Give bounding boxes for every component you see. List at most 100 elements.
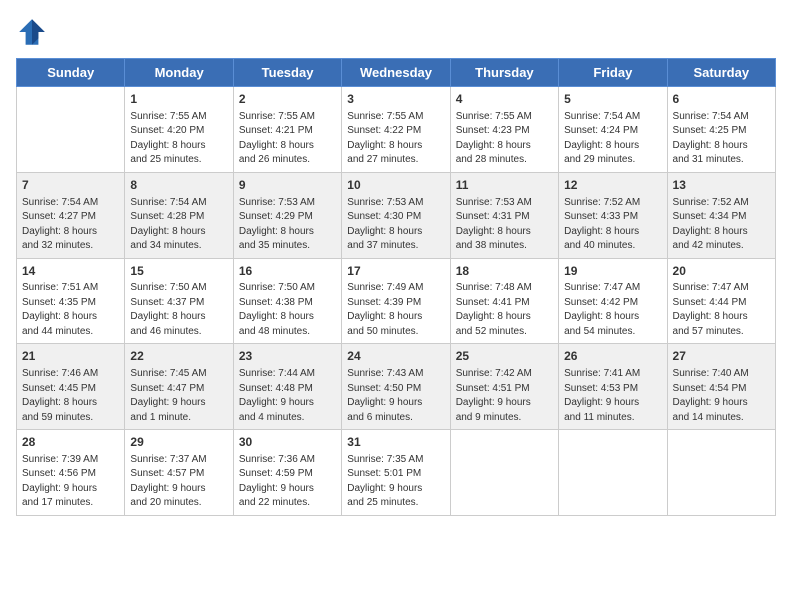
calendar-week-4: 21 Sunrise: 7:46 AM Sunset: 4:45 PM Dayli… (17, 344, 776, 430)
calendar-cell: 6Sunrise: 7:54 AM Sunset: 4:25 PM Daylig… (667, 87, 775, 173)
calendar-week-1: 1Sunrise: 7:55 AM Sunset: 4:20 PM Daylig… (17, 87, 776, 173)
calendar-cell: 21 Sunrise: 7:46 AM Sunset: 4:45 PM Dayli… (17, 344, 125, 430)
day-number: 11 (456, 177, 553, 194)
day-number: 12 (564, 177, 661, 194)
calendar-cell: 10Sunrise: 7:53 AM Sunset: 4:30 PM Dayli… (342, 172, 450, 258)
day-info: Sunrise: 7:54 AM Sunset: 4:24 PM Dayligh… (564, 110, 661, 168)
day-number: 8 (130, 177, 227, 194)
day-number: 29 (130, 434, 227, 451)
day-number: 23 (239, 348, 336, 365)
day-number: 18 (456, 263, 553, 280)
weekday-header-thursday: Thursday (450, 59, 558, 87)
calendar-header: SundayMondayTuesdayWednesdayThursdayFrid… (17, 59, 776, 87)
calendar-cell: 11Sunrise: 7:53 AM Sunset: 4:31 PM Dayli… (450, 172, 558, 258)
day-number: 9 (239, 177, 336, 194)
calendar-cell (667, 430, 775, 516)
calendar-cell: 28Sunrise: 7:39 AM Sunset: 4:56 PM Dayli… (17, 430, 125, 516)
calendar-cell: 7Sunrise: 7:54 AM Sunset: 4:27 PM Daylig… (17, 172, 125, 258)
day-info: Sunrise: 7:44 AM Sunset: 4:48 PM Dayligh… (239, 367, 336, 425)
calendar-cell: 16Sunrise: 7:50 AM Sunset: 4:38 PM Dayli… (233, 258, 341, 344)
day-info: Sunrise: 7:40 AM Sunset: 4:54 PM Dayligh… (673, 367, 770, 425)
calendar-cell: 9Sunrise: 7:53 AM Sunset: 4:29 PM Daylig… (233, 172, 341, 258)
weekday-header-friday: Friday (559, 59, 667, 87)
day-info: Sunrise: 7:35 AM Sunset: 5:01 PM Dayligh… (347, 453, 444, 511)
day-number: 27 (673, 348, 770, 365)
weekday-header-tuesday: Tuesday (233, 59, 341, 87)
day-info: Sunrise: 7:55 AM Sunset: 4:22 PM Dayligh… (347, 110, 444, 168)
day-info: Sunrise: 7:55 AM Sunset: 4:23 PM Dayligh… (456, 110, 553, 168)
day-info: Sunrise: 7:47 AM Sunset: 4:44 PM Dayligh… (673, 281, 770, 339)
calendar-cell: 17Sunrise: 7:49 AM Sunset: 4:39 PM Dayli… (342, 258, 450, 344)
day-number: 13 (673, 177, 770, 194)
day-number: 14 (22, 263, 119, 280)
day-info: Sunrise: 7:52 AM Sunset: 4:33 PM Dayligh… (564, 196, 661, 254)
day-number: 30 (239, 434, 336, 451)
calendar-cell: 31 Sunrise: 7:35 AM Sunset: 5:01 PM Dayli… (342, 430, 450, 516)
calendar-week-2: 7Sunrise: 7:54 AM Sunset: 4:27 PM Daylig… (17, 172, 776, 258)
day-info: Sunrise: 7:41 AM Sunset: 4:53 PM Dayligh… (564, 367, 661, 425)
day-info: Sunrise: 7:50 AM Sunset: 4:38 PM Dayligh… (239, 281, 336, 339)
calendar-cell: 13 Sunrise: 7:52 AM Sunset: 4:34 PM Dayli… (667, 172, 775, 258)
day-number: 3 (347, 91, 444, 108)
day-number: 19 (564, 263, 661, 280)
weekday-header-sunday: Sunday (17, 59, 125, 87)
day-number: 5 (564, 91, 661, 108)
day-number: 16 (239, 263, 336, 280)
day-info: Sunrise: 7:55 AM Sunset: 4:20 PM Dayligh… (130, 110, 227, 168)
calendar-cell: 14Sunrise: 7:51 AM Sunset: 4:35 PM Dayli… (17, 258, 125, 344)
day-info: Sunrise: 7:47 AM Sunset: 4:42 PM Dayligh… (564, 281, 661, 339)
calendar-cell: 22 Sunrise: 7:45 AM Sunset: 4:47 PM Dayli… (125, 344, 233, 430)
day-info: Sunrise: 7:36 AM Sunset: 4:59 PM Dayligh… (239, 453, 336, 511)
calendar-cell: 15Sunrise: 7:50 AM Sunset: 4:37 PM Dayli… (125, 258, 233, 344)
calendar-cell: 20Sunrise: 7:47 AM Sunset: 4:44 PM Dayli… (667, 258, 775, 344)
calendar-cell (17, 87, 125, 173)
calendar-cell: 27 Sunrise: 7:40 AM Sunset: 4:54 PM Dayli… (667, 344, 775, 430)
day-number: 21 (22, 348, 119, 365)
day-number: 17 (347, 263, 444, 280)
weekday-header-monday: Monday (125, 59, 233, 87)
weekday-header-wednesday: Wednesday (342, 59, 450, 87)
day-info: Sunrise: 7:45 AM Sunset: 4:47 PM Dayligh… (130, 367, 227, 425)
day-number: 22 (130, 348, 227, 365)
day-info: Sunrise: 7:48 AM Sunset: 4:41 PM Dayligh… (456, 281, 553, 339)
calendar-cell: 4 Sunrise: 7:55 AM Sunset: 4:23 PM Daylig… (450, 87, 558, 173)
calendar-cell (559, 430, 667, 516)
calendar-cell: 29 Sunrise: 7:37 AM Sunset: 4:57 PM Dayli… (125, 430, 233, 516)
calendar-cell (450, 430, 558, 516)
calendar-cell: 8 Sunrise: 7:54 AM Sunset: 4:28 PM Daylig… (125, 172, 233, 258)
day-number: 4 (456, 91, 553, 108)
calendar-cell: 2Sunrise: 7:55 AM Sunset: 4:21 PM Daylig… (233, 87, 341, 173)
day-info: Sunrise: 7:43 AM Sunset: 4:50 PM Dayligh… (347, 367, 444, 425)
day-info: Sunrise: 7:53 AM Sunset: 4:30 PM Dayligh… (347, 196, 444, 254)
logo-icon (16, 16, 48, 48)
calendar-cell: 5 Sunrise: 7:54 AM Sunset: 4:24 PM Daylig… (559, 87, 667, 173)
day-info: Sunrise: 7:42 AM Sunset: 4:51 PM Dayligh… (456, 367, 553, 425)
day-number: 25 (456, 348, 553, 365)
day-number: 31 (347, 434, 444, 451)
calendar-cell: 1Sunrise: 7:55 AM Sunset: 4:20 PM Daylig… (125, 87, 233, 173)
day-info: Sunrise: 7:51 AM Sunset: 4:35 PM Dayligh… (22, 281, 119, 339)
weekday-header-saturday: Saturday (667, 59, 775, 87)
day-info: Sunrise: 7:52 AM Sunset: 4:34 PM Dayligh… (673, 196, 770, 254)
calendar-cell: 3 Sunrise: 7:55 AM Sunset: 4:22 PM Daylig… (342, 87, 450, 173)
calendar-cell: 24Sunrise: 7:43 AM Sunset: 4:50 PM Dayli… (342, 344, 450, 430)
day-number: 26 (564, 348, 661, 365)
weekday-row: SundayMondayTuesdayWednesdayThursdayFrid… (17, 59, 776, 87)
day-info: Sunrise: 7:39 AM Sunset: 4:56 PM Dayligh… (22, 453, 119, 511)
calendar-cell: 23 Sunrise: 7:44 AM Sunset: 4:48 PM Dayli… (233, 344, 341, 430)
day-info: Sunrise: 7:37 AM Sunset: 4:57 PM Dayligh… (130, 453, 227, 511)
calendar-week-5: 28Sunrise: 7:39 AM Sunset: 4:56 PM Dayli… (17, 430, 776, 516)
day-info: Sunrise: 7:55 AM Sunset: 4:21 PM Dayligh… (239, 110, 336, 168)
calendar-cell: 30 Sunrise: 7:36 AM Sunset: 4:59 PM Dayli… (233, 430, 341, 516)
calendar-cell: 18Sunrise: 7:48 AM Sunset: 4:41 PM Dayli… (450, 258, 558, 344)
day-info: Sunrise: 7:49 AM Sunset: 4:39 PM Dayligh… (347, 281, 444, 339)
calendar-table: SundayMondayTuesdayWednesdayThursdayFrid… (16, 58, 776, 516)
day-number: 7 (22, 177, 119, 194)
day-info: Sunrise: 7:46 AM Sunset: 4:45 PM Dayligh… (22, 367, 119, 425)
day-info: Sunrise: 7:54 AM Sunset: 4:28 PM Dayligh… (130, 196, 227, 254)
page-header (16, 16, 776, 48)
day-number: 15 (130, 263, 227, 280)
calendar-body: 1Sunrise: 7:55 AM Sunset: 4:20 PM Daylig… (17, 87, 776, 516)
calendar-cell: 26 Sunrise: 7:41 AM Sunset: 4:53 PM Dayli… (559, 344, 667, 430)
logo (16, 16, 52, 48)
